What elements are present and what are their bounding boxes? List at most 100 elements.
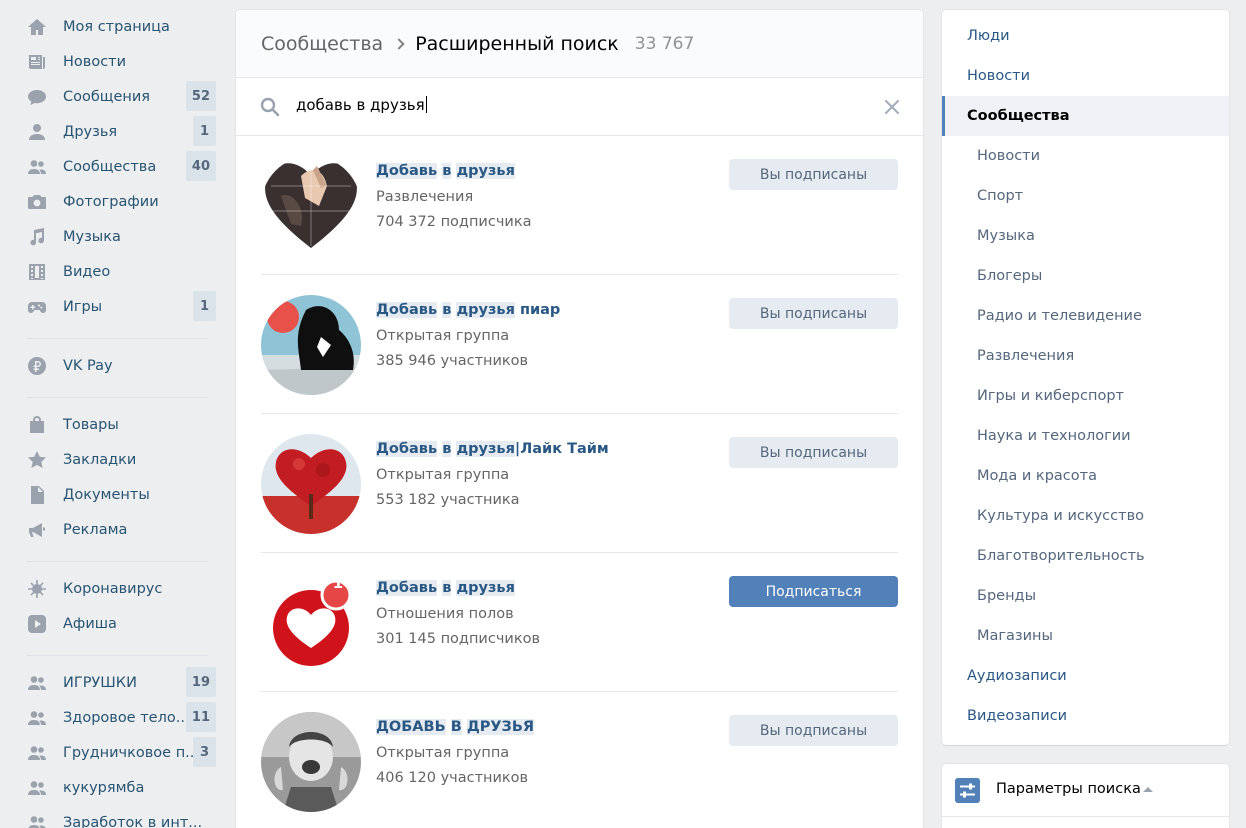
- messages-icon: [26, 86, 48, 108]
- vkpay-icon: [26, 355, 48, 377]
- sidebar-divider: [27, 655, 208, 656]
- filter-item[interactable]: Радио и телевидение: [942, 296, 1229, 336]
- community-name-link[interactable]: ДОБАВЬ В ДРУЗЬЯ: [376, 719, 535, 735]
- sidebar-item-label: Видео: [63, 263, 111, 280]
- group-icon: [26, 777, 48, 799]
- filter-menu: Люди Новости Сообщества Новости Спорт Музыка Б…: [942, 10, 1229, 745]
- sidebar-item[interactable]: Сообщения 52: [26, 80, 216, 113]
- sidebar-item[interactable]: Музыка: [26, 220, 216, 253]
- sidebar-item[interactable]: Реклама: [26, 513, 216, 546]
- group-icon: [26, 672, 48, 694]
- filter-item[interactable]: Музыка: [942, 216, 1229, 256]
- sidebar-item[interactable]: Закладки: [26, 443, 216, 476]
- sidebar-item[interactable]: Документы: [26, 478, 216, 511]
- community-name-link[interactable]: Добавь в друзья: [376, 580, 515, 596]
- main-panel: Сообщества Расширенный поиск 33 767 доба…: [236, 10, 923, 828]
- sidebar-item-label: VK Pay: [63, 357, 113, 374]
- sidebar-item[interactable]: Афиша: [26, 607, 216, 640]
- sidebar-item[interactable]: Сообщества 40: [26, 150, 216, 183]
- subscribed-button[interactable]: Вы подписаны: [729, 159, 898, 190]
- filter-item[interactable]: Новости: [942, 136, 1229, 176]
- sidebar-item[interactable]: Коронавирус: [26, 572, 216, 605]
- filter-item[interactable]: Мода и красота: [942, 456, 1229, 496]
- play-icon: [26, 613, 48, 635]
- community-avatar[interactable]: [261, 434, 361, 534]
- highlighted-term: в: [442, 580, 452, 596]
- sidebar-item[interactable]: VK Pay: [26, 349, 216, 382]
- filter-item[interactable]: Наука и технологии: [942, 416, 1229, 456]
- counter-badge: 52: [185, 81, 216, 111]
- subscribed-button[interactable]: Вы подписаны: [729, 715, 898, 746]
- sidebar-item[interactable]: Моя страница: [26, 10, 216, 43]
- clear-icon[interactable]: [883, 98, 901, 116]
- sidebar-item-label: Товары: [63, 416, 119, 433]
- community-avatar[interactable]: [261, 156, 361, 256]
- highlighted-term: друзья: [456, 441, 515, 457]
- sidebar-item[interactable]: Игры 1: [26, 290, 216, 323]
- sidebar-item[interactable]: ИГРУШКИ 19: [26, 666, 216, 699]
- divider: [942, 816, 1229, 817]
- megaphone-icon: [26, 519, 48, 541]
- highlighted-term: в: [442, 163, 452, 179]
- filter-item[interactable]: Люди: [942, 16, 1229, 56]
- sidebar-item-label: кукурямба: [63, 779, 145, 796]
- left-sidebar: Моя страница Новости Сообщения 52 Друзья 1 Соо…: [0, 0, 236, 828]
- highlighted-term: ДОБАВЬ: [376, 719, 446, 735]
- sidebar-item-label: Сообщества: [63, 158, 157, 175]
- group-icon: [26, 742, 48, 764]
- filter-item[interactable]: Культура и искусство: [942, 496, 1229, 536]
- sidebar-item[interactable]: Грудничковое п... 3: [26, 736, 216, 769]
- page-header: Сообщества Расширенный поиск 33 767: [236, 10, 923, 78]
- subscribed-button[interactable]: Вы подписаны: [729, 298, 898, 329]
- search-params-toggle[interactable]: Параметры поиска: [996, 781, 1141, 797]
- subscribed-button[interactable]: Вы подписаны: [729, 437, 898, 468]
- results-count: 33 767: [634, 33, 695, 54]
- community-name-link[interactable]: Добавь в друзья|Лайк Тайм: [376, 441, 609, 457]
- sidebar-item[interactable]: Товары: [26, 408, 216, 441]
- sidebar-item[interactable]: Фотографии: [26, 185, 216, 218]
- filter-item[interactable]: Спорт: [942, 176, 1229, 216]
- community-name-link[interactable]: Добавь в друзья: [376, 163, 515, 179]
- sidebar-item[interactable]: Новости: [26, 45, 216, 78]
- filter-item[interactable]: Сообщества: [942, 96, 1229, 136]
- sidebar-item-label: Афиша: [63, 615, 117, 632]
- member-count: 301 145 подписчиков: [376, 631, 540, 647]
- filter-item[interactable]: Блогеры: [942, 256, 1229, 296]
- breadcrumb-parent-link[interactable]: Сообщества: [261, 33, 383, 55]
- community-avatar[interactable]: [261, 712, 361, 812]
- filter-item[interactable]: Развлечения: [942, 336, 1229, 376]
- virus-icon: [26, 578, 48, 600]
- counter-badge: 3: [193, 737, 216, 767]
- document-icon: [26, 484, 48, 506]
- filter-item[interactable]: Видеозаписи: [942, 696, 1229, 736]
- sidebar-item[interactable]: Друзья 1: [26, 115, 216, 148]
- filter-item[interactable]: Игры и киберспорт: [942, 376, 1229, 416]
- filter-item[interactable]: Аудиозаписи: [942, 656, 1229, 696]
- music-icon: [26, 226, 48, 248]
- sidebar-item[interactable]: Видео: [26, 255, 216, 288]
- sidebar-item-label: Сообщения: [63, 88, 151, 105]
- sidebar-item-label: Реклама: [63, 521, 128, 538]
- community-type: Открытая группа: [376, 328, 510, 344]
- member-count: 385 946 участников: [376, 353, 529, 369]
- sidebar-item[interactable]: Заработок в инт...: [26, 806, 216, 828]
- highlighted-term: В: [450, 719, 462, 735]
- highlighted-term: в: [442, 302, 452, 318]
- sidebar-item-label: Фотографии: [63, 193, 159, 210]
- search-input[interactable]: добавь в друзья: [296, 96, 427, 114]
- video-icon: [26, 261, 48, 283]
- filter-item[interactable]: Благотворительность: [942, 536, 1229, 576]
- word-space: [446, 719, 451, 735]
- community-name-link[interactable]: Добавь в друзья пиар: [376, 302, 560, 318]
- sidebar-item[interactable]: кукурямба: [26, 771, 216, 804]
- caret-up-icon[interactable]: [1143, 787, 1153, 792]
- camera-icon: [26, 191, 48, 213]
- counter-badge: 11: [185, 702, 216, 732]
- community-avatar[interactable]: [261, 295, 361, 395]
- subscribe-button[interactable]: Подписаться: [729, 576, 898, 607]
- sidebar-item[interactable]: Здоровое тело... 11: [26, 701, 216, 734]
- filter-item[interactable]: Магазины: [942, 616, 1229, 656]
- filter-item[interactable]: Бренды: [942, 576, 1229, 616]
- filter-item[interactable]: Новости: [942, 56, 1229, 96]
- community-avatar[interactable]: 1: [261, 573, 361, 673]
